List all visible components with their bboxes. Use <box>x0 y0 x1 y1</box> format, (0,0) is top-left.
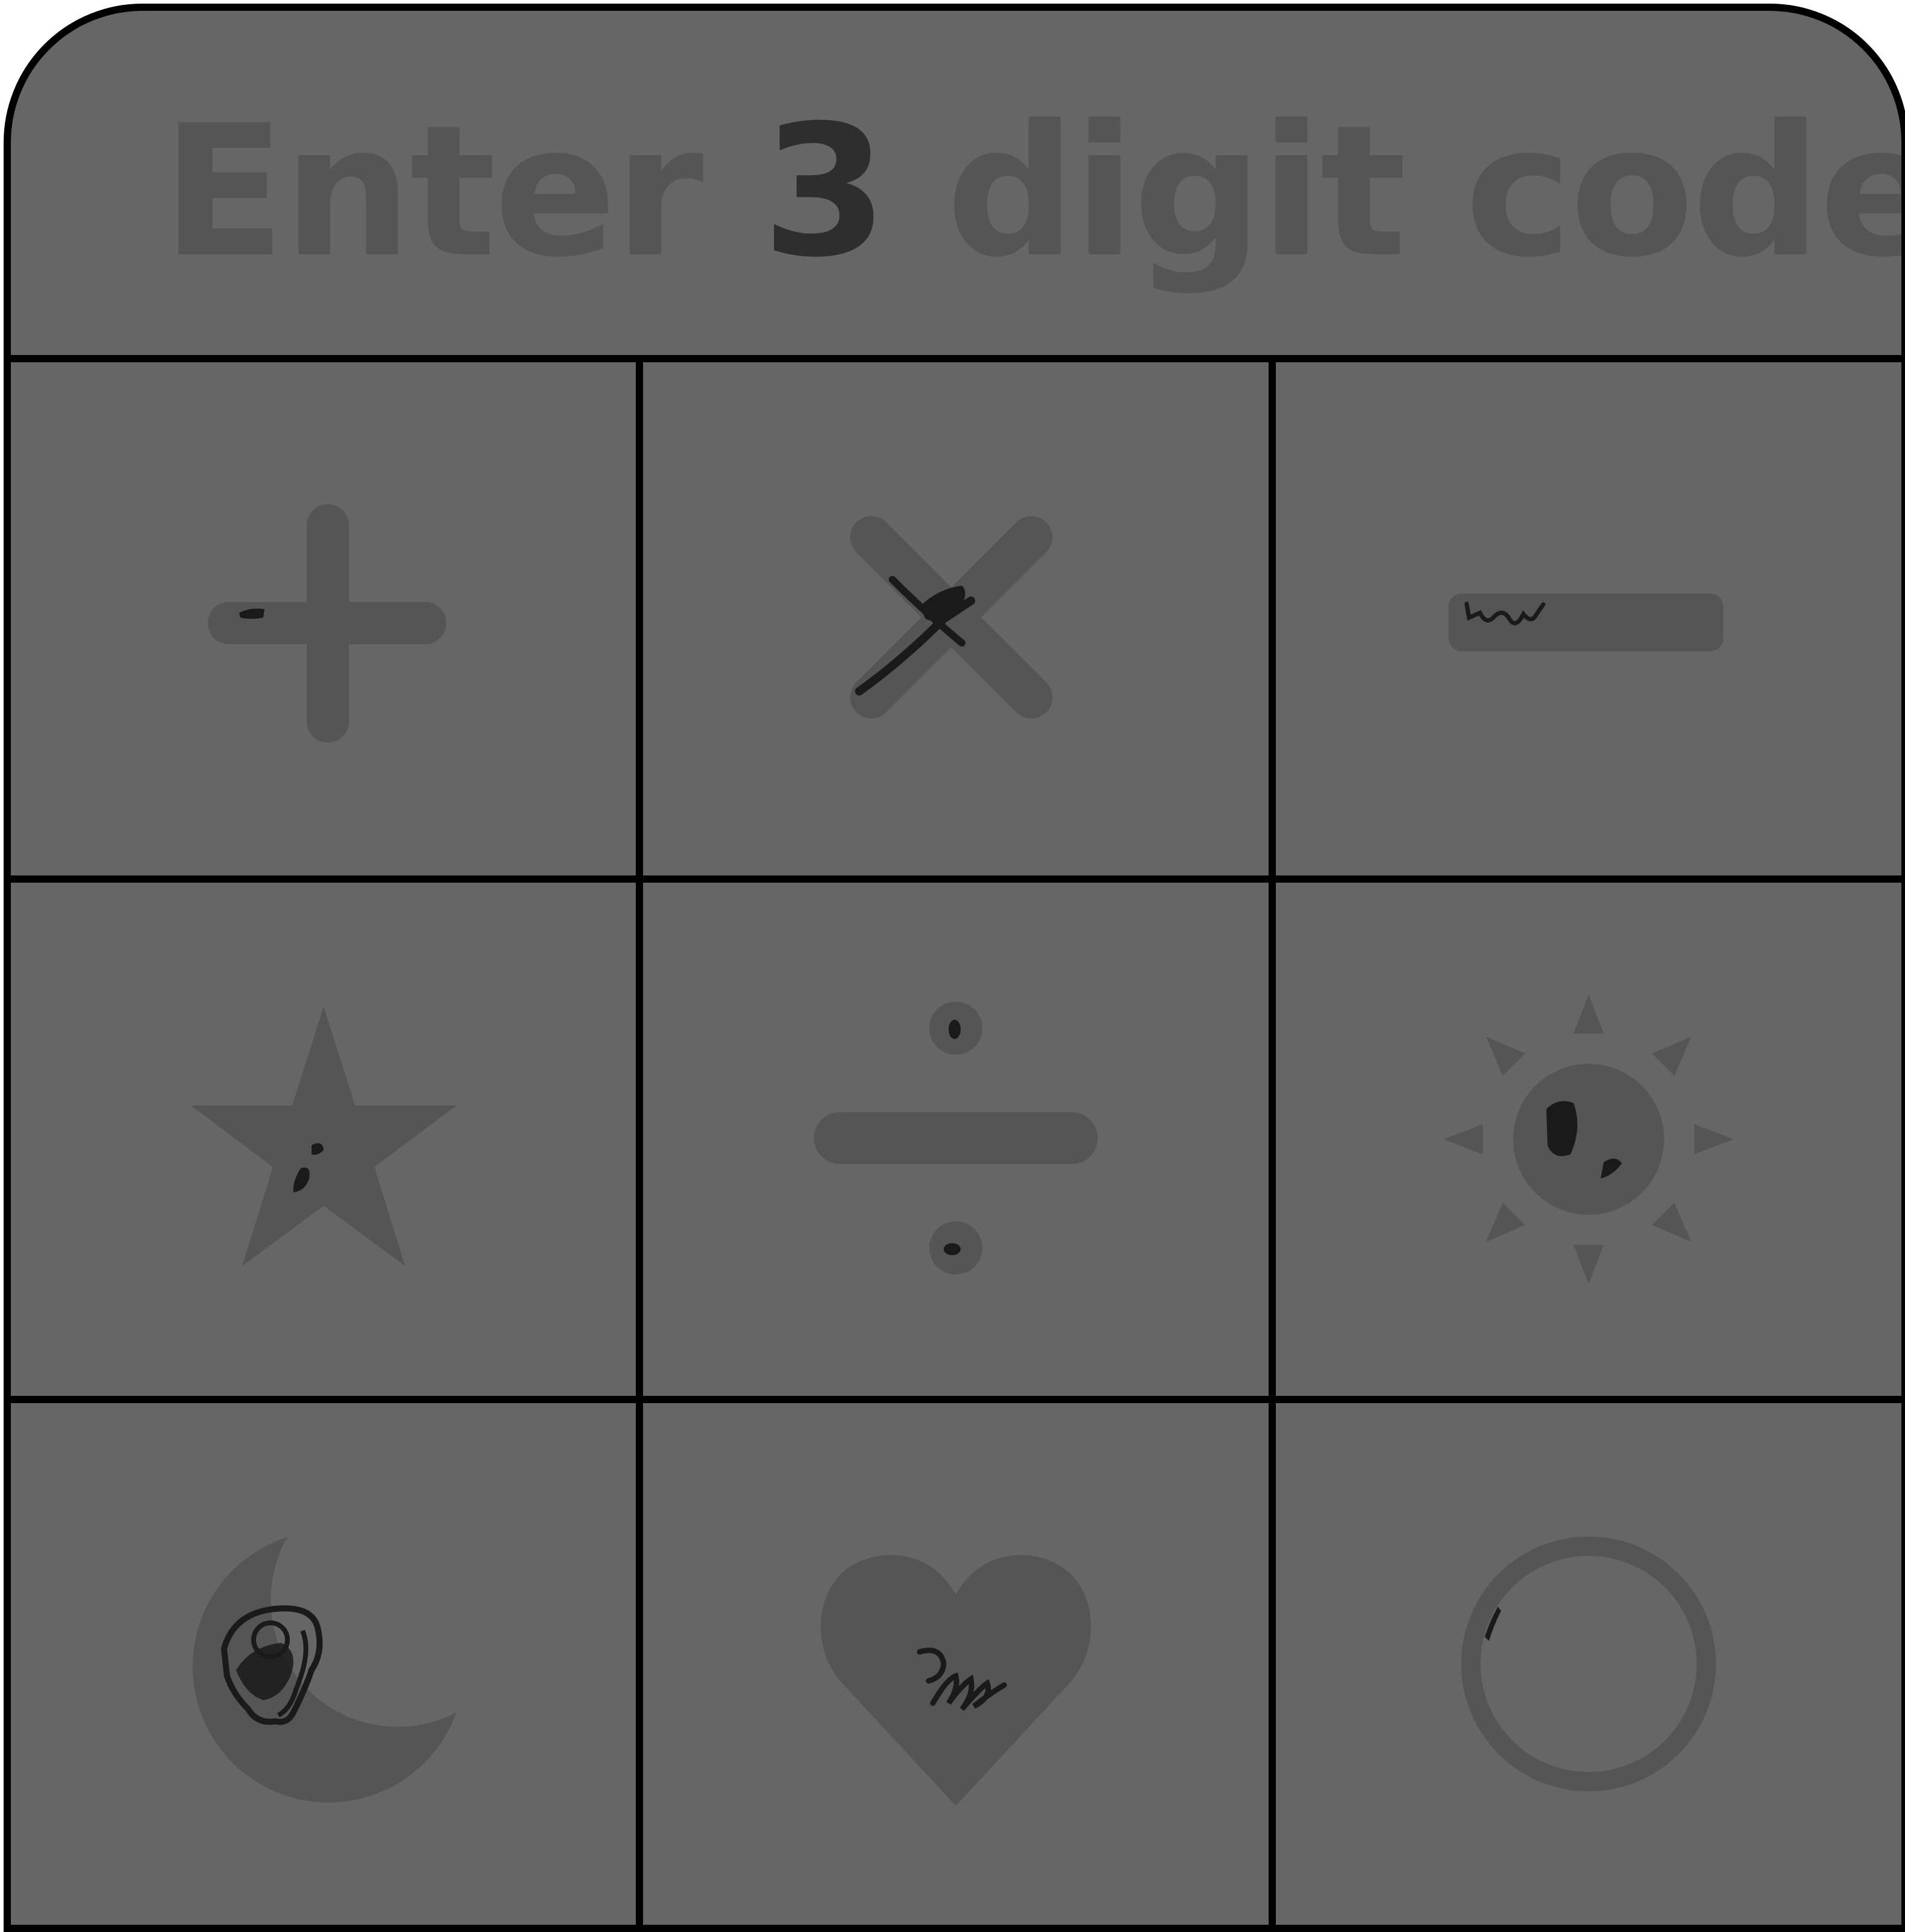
minus-icon <box>1449 593 1723 651</box>
circle-icon <box>1461 1537 1716 1791</box>
tile-divide[interactable] <box>643 883 1269 1396</box>
tile-minus[interactable] <box>1276 362 1901 875</box>
title-suffix: digit code <box>946 86 1905 297</box>
tile-multiply[interactable] <box>643 362 1269 875</box>
sun-icon <box>1444 994 1734 1284</box>
tile-heart[interactable] <box>643 1403 1269 1925</box>
title-digit-count: 3 <box>761 86 888 297</box>
code-entry-panel: Enter 3 digit code <box>4 4 1905 1932</box>
tile-sun[interactable] <box>1276 883 1901 1396</box>
title-prefix: Enter <box>162 86 703 297</box>
multiply-icon <box>850 516 1052 718</box>
page-title: Enter 3 digit code <box>162 101 1901 283</box>
star-icon <box>190 1006 456 1266</box>
tile-moon[interactable] <box>11 1403 636 1925</box>
moon-icon <box>192 1537 456 1803</box>
symbol-keypad <box>11 362 1901 1925</box>
header: Enter 3 digit code <box>11 11 1901 362</box>
plus-icon <box>207 504 446 743</box>
heart-icon <box>821 1555 1091 1806</box>
divide-icon <box>814 1002 1098 1275</box>
tile-circle[interactable] <box>1276 1403 1901 1925</box>
tile-star[interactable] <box>11 883 636 1396</box>
tile-plus[interactable] <box>11 362 636 875</box>
